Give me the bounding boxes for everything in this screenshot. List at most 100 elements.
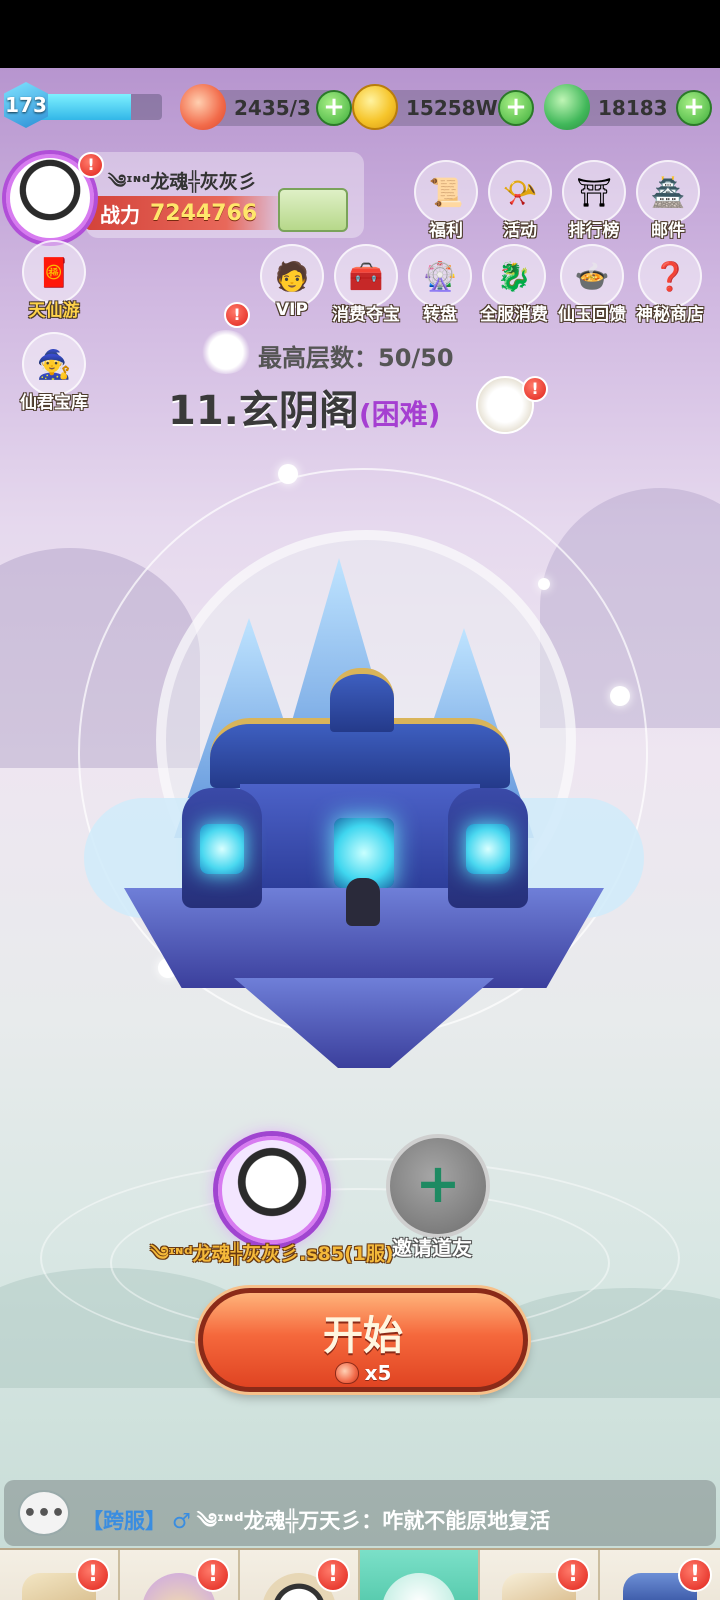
tianxian-tour-button[interactable]: 🧧 天仙游 [14,240,94,321]
wheel-icon: 🎡 [408,244,472,308]
jade-resource: 18183 + [544,84,712,130]
welfare-label: 福利 [429,221,463,241]
mystery-peach-icon: ❓ [638,244,702,308]
server-spend-label: 全服消费 [480,305,548,325]
jade-rebate-button[interactable]: 🍲 仙玉回馈 [552,244,632,325]
peach-icon [180,84,226,130]
immortal-icon: 🧙 [22,332,86,396]
max-floor-value: 50/50 [378,344,454,372]
stage-title: 11.玄阴阁(困难) [168,378,440,436]
dragon-icon: 🐉 [482,244,546,308]
nav-pouch[interactable]: ! [120,1550,240,1600]
level-badge: 173 [4,82,48,128]
player-card[interactable]: ༄ᶦᶰᵈ龙魂╬灰灰彡 战力 7244766 [86,152,364,238]
chat-channel: 【跨服】 [82,1509,166,1533]
nav-alert-badge: ! [316,1558,350,1592]
wheel-button[interactable]: 🎡 转盘 [400,244,480,325]
nav-alert-badge: ! [196,1558,230,1592]
spend-treasure-label: 消费夺宝 [332,305,400,325]
bottom-nav: ! ! ! 战斗 ! ! [0,1548,720,1600]
mystery-shop-label: 神秘商店 [636,305,704,325]
chat-bubble-icon[interactable]: ••• [18,1490,70,1536]
stamina-resource: 2435/3 + [180,84,352,130]
stage-difficulty: (困难) [358,398,441,431]
immortal-vault-button[interactable]: 🧙 仙君宝库 [14,332,94,413]
team-member-avatar[interactable] [218,1136,326,1244]
max-floor-info: ! 最高层数：50/50 [200,302,500,374]
nav-shop[interactable]: ! [600,1550,720,1600]
vip-button[interactable]: 🧑 VIP [252,244,332,320]
activity-label: 活动 [503,221,537,241]
stage-name: 11.玄阴阁 [168,388,359,434]
jade-dragon-icon [544,84,590,130]
leaderboard-label: 排行榜 [568,221,620,241]
plus-icon: + [415,1152,461,1215]
cloud-gourd-icon[interactable] [200,330,252,374]
xp-fill [38,94,131,120]
mystery-shop-button[interactable]: ❓ 神秘商店 [630,244,710,325]
orbit-dot [278,464,298,484]
peach-icon [334,1362,359,1384]
server-spend-button[interactable]: 🐉 全服消费 [474,244,554,325]
max-floor-label: 最高层数： [258,344,378,372]
male-gender-icon: ♂ [172,1509,191,1533]
add-stamina-button[interactable]: + [316,90,352,126]
chat-bar[interactable]: ••• 【跨服】 ♂ ༄ᶦᶰᵈ龙魂╬万天彡：咋就不能原地复活 [4,1480,716,1546]
start-label: 开始 [323,1313,403,1359]
left-lantern [182,788,262,908]
nav-book[interactable]: ! [480,1550,600,1600]
jade-rebate-label: 仙玉回馈 [558,305,626,325]
scroll-icon[interactable] [278,188,348,232]
wheel-label: 转盘 [423,305,457,325]
nav-panda[interactable]: ! [240,1550,360,1600]
activity-button[interactable]: 📯 活动 [480,160,560,241]
tianxian-tour-label: 天仙游 [28,301,80,321]
gift-scroll-icon: 📜 [414,160,478,224]
chat-sender: ༄ᶦᶰᵈ龙魂╬万天彡 [196,1509,362,1533]
add-gold-button[interactable]: + [498,90,534,126]
leaderboard-button[interactable]: ⛩ 排行榜 [554,160,634,241]
nav-alert-badge: ! [678,1558,712,1592]
welfare-button[interactable]: 📜 福利 [406,160,486,241]
add-jade-button[interactable]: + [676,90,712,126]
nav-battle[interactable]: 战斗 [360,1550,480,1600]
nav-alert-badge: ! [556,1558,590,1592]
island-underside [234,978,494,1068]
immortal-vault-label: 仙君宝库 [20,393,88,413]
mail-button[interactable]: 🏯 邮件 [628,160,708,241]
red-seal-icon: 🧧 [22,240,86,304]
right-lantern [448,788,528,908]
mail-gate-icon: 🏯 [636,160,700,224]
cloud-alert-badge: ! [224,302,250,328]
spend-treasure-button[interactable]: 🧰 消费夺宝 [326,244,406,325]
invite-friend-label: 邀请道友 [392,1236,472,1260]
hero-character [346,878,380,926]
combat-power: 战力 7244766 [86,196,286,230]
status-bar [0,0,720,68]
start-cost-value: x5 [364,1361,392,1385]
mail-label: 邮件 [651,221,685,241]
max-floor-text: 最高层数：50/50 [258,338,454,373]
team-member-name: ༄ᶦᶰᵈ龙魂╬灰灰彡.s85(1服) [150,1243,394,1265]
resource-bar: 173 2435/3 + 15258W + 18183 + [0,74,720,134]
game-screen: 173 2435/3 + 15258W + 18183 + ༄ᶦᶰᵈ龙魂╬灰灰彡… [0,68,720,1600]
battle-gourd-icon [382,1573,456,1600]
avatar-alert-badge: ! [78,152,104,178]
start-cost: x5 [334,1361,392,1385]
power-value: 7244766 [150,200,258,226]
vip-icon: 🧑 [260,244,324,308]
horn-icon: 📯 [488,160,552,224]
tower-stage-island[interactable] [64,558,654,1078]
invite-friend-button[interactable]: + [386,1134,490,1238]
nav-map[interactable]: ! [0,1550,120,1600]
treasure-chest-icon: 🧰 [334,244,398,308]
start-button[interactable]: 开始 x5 [198,1288,528,1392]
nav-alert-badge: ! [76,1558,110,1592]
vip-label: VIP [276,300,308,320]
xp-bar [38,94,162,120]
power-label: 战力 [100,202,140,227]
coin-icon [352,84,398,130]
gold-resource: 15258W + [352,84,534,130]
pavilion-icon: ⛩ [562,160,626,224]
jade-bowl-icon: 🍲 [560,244,624,308]
